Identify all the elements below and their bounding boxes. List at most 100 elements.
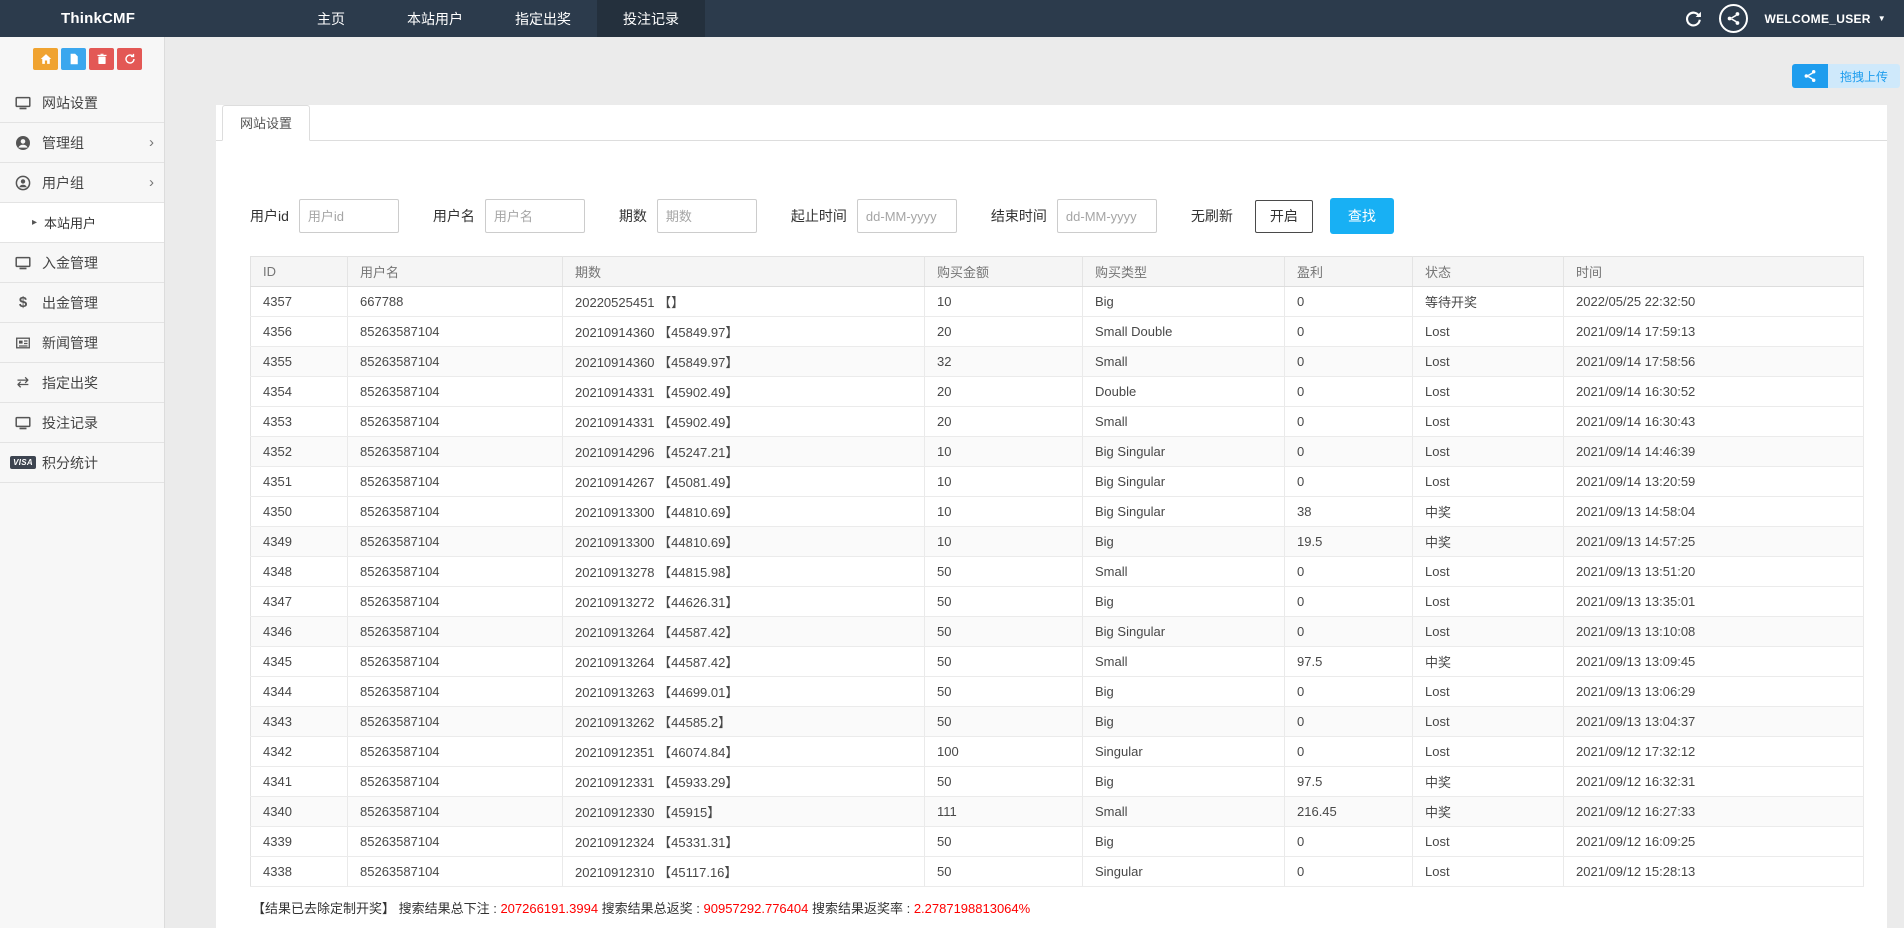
nav-item-site-users[interactable]: 本站用户 bbox=[381, 0, 489, 37]
cell-id: 4352 bbox=[251, 437, 348, 467]
cell-user: 85263587104 bbox=[348, 437, 563, 467]
sidebar-item-site-settings[interactable]: 网站设置 bbox=[0, 83, 164, 123]
cell-type: Small bbox=[1083, 647, 1285, 677]
sidebar-item-site-users[interactable]: ▸本站用户 bbox=[0, 203, 164, 243]
refresh-toggle[interactable]: 开启 bbox=[1255, 200, 1313, 233]
cell-issue: 20210914296 【45247.21】 bbox=[563, 437, 925, 467]
cell-time: 2021/09/14 16:30:43 bbox=[1564, 407, 1864, 437]
share-upload-icon bbox=[1792, 64, 1828, 88]
drag-upload-button[interactable]: 拖拽上传 bbox=[1792, 64, 1900, 88]
cell-type: Small bbox=[1083, 347, 1285, 377]
nav-item-assign-draw[interactable]: 指定出奖 bbox=[489, 0, 597, 37]
cell-time: 2021/09/13 14:57:25 bbox=[1564, 527, 1864, 557]
records-table: ID用户名期数购买金额购买类型盈利状态时间 435766778820220525… bbox=[250, 256, 1864, 887]
cell-issue: 20220525451 【】 bbox=[563, 287, 925, 317]
cell-type: Small bbox=[1083, 557, 1285, 587]
issue-input[interactable] bbox=[657, 199, 757, 233]
cell-id: 4344 bbox=[251, 677, 348, 707]
cell-time: 2021/09/13 13:06:29 bbox=[1564, 677, 1864, 707]
table-row: 43468526358710420210913264 【44587.42】50B… bbox=[251, 617, 1864, 647]
cell-status: Lost bbox=[1413, 587, 1564, 617]
sidebar-item-assign-draw[interactable]: ⇄指定出奖 bbox=[0, 363, 164, 403]
cell-profit: 0 bbox=[1285, 617, 1413, 647]
cell-id: 4342 bbox=[251, 737, 348, 767]
cell-amount: 10 bbox=[925, 467, 1083, 497]
cell-type: Big bbox=[1083, 827, 1285, 857]
cell-profit: 0 bbox=[1285, 587, 1413, 617]
cell-type: Small bbox=[1083, 797, 1285, 827]
username-input[interactable] bbox=[485, 199, 585, 233]
sidebar-item-points-statistics[interactable]: VISA积分统计 bbox=[0, 443, 164, 483]
table-row: 43458526358710420210913264 【44587.42】50S… bbox=[251, 647, 1864, 677]
cell-issue: 20210913262 【44585.2】 bbox=[563, 707, 925, 737]
cell-profit: 0 bbox=[1285, 737, 1413, 767]
table-row: 43558526358710420210914360 【45849.97】32S… bbox=[251, 347, 1864, 377]
column-header: 状态 bbox=[1413, 257, 1564, 287]
cell-id: 4348 bbox=[251, 557, 348, 587]
cell-id: 4345 bbox=[251, 647, 348, 677]
cell-amount: 50 bbox=[925, 557, 1083, 587]
cell-id: 4356 bbox=[251, 317, 348, 347]
cell-status: Lost bbox=[1413, 407, 1564, 437]
cell-amount: 10 bbox=[925, 497, 1083, 527]
sidebar-item-user-group[interactable]: 用户组› bbox=[0, 163, 164, 203]
refresh-icon[interactable] bbox=[1685, 10, 1702, 27]
cell-amount: 50 bbox=[925, 617, 1083, 647]
start-time-input[interactable] bbox=[857, 199, 957, 233]
cell-issue: 20210913300 【44810.69】 bbox=[563, 527, 925, 557]
sidebar-item-label: 用户组 bbox=[42, 173, 84, 193]
app-logo[interactable]: ThinkCMF bbox=[61, 0, 213, 37]
file-button[interactable] bbox=[61, 48, 86, 70]
cell-type: Big bbox=[1083, 677, 1285, 707]
cell-time: 2021/09/13 13:35:01 bbox=[1564, 587, 1864, 617]
table-row: 43568526358710420210914360 【45849.97】20S… bbox=[251, 317, 1864, 347]
cell-amount: 111 bbox=[925, 797, 1083, 827]
sidebar-item-label: 出金管理 bbox=[42, 293, 98, 313]
avatar[interactable] bbox=[1719, 4, 1748, 33]
tab-site-settings[interactable]: 网站设置 bbox=[222, 105, 310, 141]
cell-time: 2021/09/13 13:51:20 bbox=[1564, 557, 1864, 587]
cell-status: Lost bbox=[1413, 677, 1564, 707]
sidebar-item-label: 积分统计 bbox=[42, 453, 98, 473]
username-group: 用户名 bbox=[433, 199, 585, 233]
sidebar-item-news-management[interactable]: 新闻管理 bbox=[0, 323, 164, 363]
summary-label: 搜索结果总返奖 : bbox=[598, 901, 703, 916]
cell-amount: 10 bbox=[925, 437, 1083, 467]
cell-type: Big bbox=[1083, 587, 1285, 617]
sidebar-item-withdrawal-management[interactable]: $出金管理 bbox=[0, 283, 164, 323]
cell-status: Lost bbox=[1413, 707, 1564, 737]
cell-issue: 20210913263 【44699.01】 bbox=[563, 677, 925, 707]
cell-type: Big Singular bbox=[1083, 617, 1285, 647]
recycle-button[interactable] bbox=[117, 48, 142, 70]
tab-bar: 网站设置 bbox=[216, 105, 1887, 141]
cell-id: 4346 bbox=[251, 617, 348, 647]
sidebar-item-admin-group[interactable]: 管理组› bbox=[0, 123, 164, 163]
search-button[interactable]: 查找 bbox=[1330, 198, 1394, 234]
cell-status: Lost bbox=[1413, 347, 1564, 377]
cell-user: 85263587104 bbox=[348, 797, 563, 827]
cell-type: Big bbox=[1083, 767, 1285, 797]
trash-button[interactable] bbox=[89, 48, 114, 70]
sidebar-item-deposit-management[interactable]: 入金管理 bbox=[0, 243, 164, 283]
cell-issue: 20210914360 【45849.97】 bbox=[563, 347, 925, 377]
nav-item-home[interactable]: 主页 bbox=[291, 0, 371, 37]
panel-body: 用户id用户名期数起止时间结束时间 无刷新 开启 查找 ID用户名期数购买金额购… bbox=[216, 141, 1887, 928]
user-dropdown[interactable]: WELCOME_USER ▼ bbox=[1765, 12, 1887, 26]
cell-status: 中奖 bbox=[1413, 527, 1564, 557]
cell-amount: 50 bbox=[925, 857, 1083, 887]
cell-amount: 100 bbox=[925, 737, 1083, 767]
table-row: 43408526358710420210912330 【45915】111Sma… bbox=[251, 797, 1864, 827]
nav-item-bet-records[interactable]: 投注记录 bbox=[597, 0, 705, 37]
cell-profit: 0 bbox=[1285, 287, 1413, 317]
cell-user: 85263587104 bbox=[348, 647, 563, 677]
cell-profit: 0 bbox=[1285, 407, 1413, 437]
user-id-input[interactable] bbox=[299, 199, 399, 233]
cell-user: 85263587104 bbox=[348, 737, 563, 767]
home-button[interactable] bbox=[33, 48, 58, 70]
cell-time: 2021/09/13 13:09:45 bbox=[1564, 647, 1864, 677]
end-time-input[interactable] bbox=[1057, 199, 1157, 233]
sidebar-item-bet-records[interactable]: 投注记录 bbox=[0, 403, 164, 443]
cell-user: 85263587104 bbox=[348, 347, 563, 377]
main-nav: 主页本站用户指定出奖投注记录 bbox=[213, 0, 705, 37]
cell-id: 4347 bbox=[251, 587, 348, 617]
